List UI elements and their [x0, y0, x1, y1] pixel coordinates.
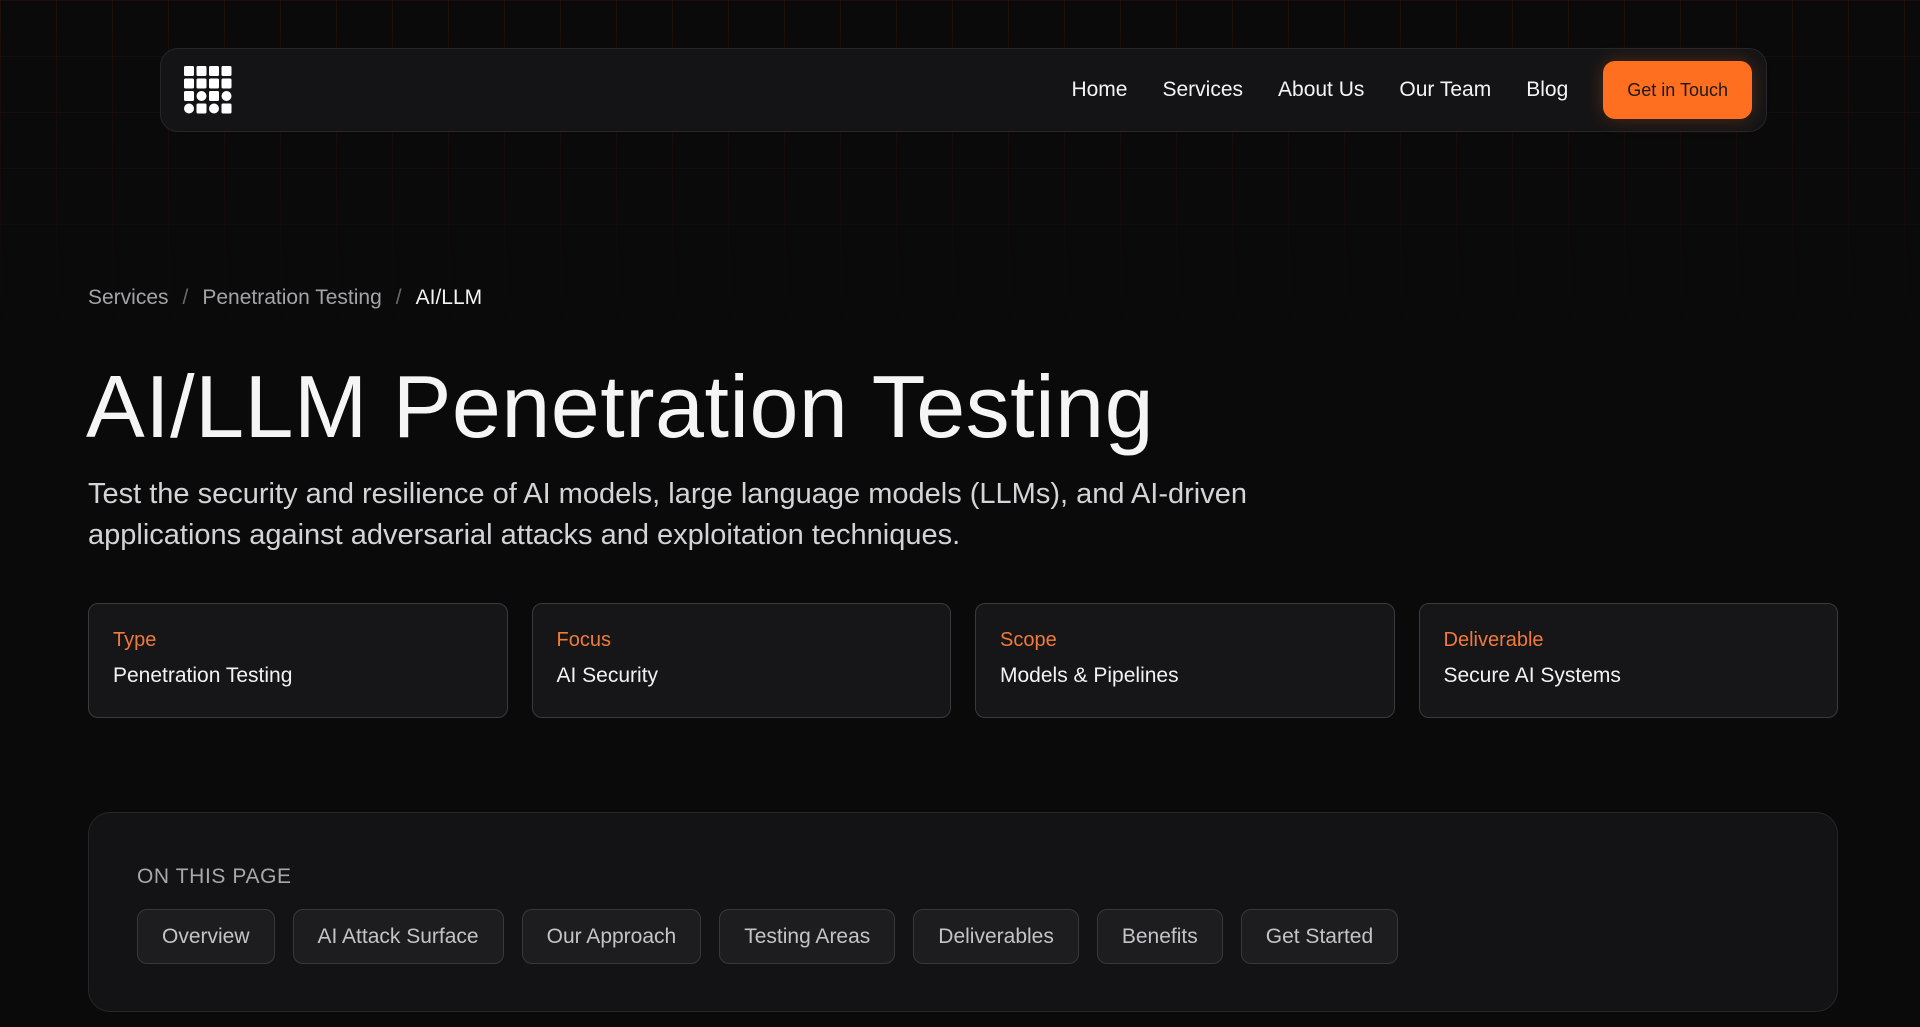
nav-link-blog[interactable]: Blog [1526, 78, 1568, 102]
info-card-scope: Scope Models & Pipelines [975, 603, 1395, 718]
on-this-page-heading: ON THIS PAGE [137, 865, 292, 888]
nav-link-home[interactable]: Home [1071, 78, 1127, 102]
card-label: Scope [1000, 629, 1057, 651]
nav-link-about-us[interactable]: About Us [1278, 78, 1364, 102]
card-label: Deliverable [1443, 629, 1544, 651]
card-label: Type [113, 629, 157, 651]
breadcrumb-separator: / [182, 286, 189, 309]
breadcrumb-item-services[interactable]: Services [88, 286, 169, 310]
get-in-touch-button[interactable]: Get in Touch [1603, 61, 1752, 119]
info-cards: Type Penetration Testing Focus AI Securi… [88, 603, 1838, 718]
toc-chip-get-started[interactable]: Get Started [1240, 909, 1399, 964]
on-this-page-links: Overview AI Attack Surface Our Approach … [137, 909, 1837, 964]
info-card-deliverable: Deliverable Secure AI Systems [1418, 603, 1838, 718]
breadcrumb: Services / Penetration Testing / AI/LLM [88, 286, 482, 310]
page-title: AI/LLM Penetration Testing [86, 357, 1155, 456]
info-card-focus: Focus AI Security [531, 603, 951, 718]
nav-links: Home Services About Us Our Team Blog Get… [1071, 61, 1752, 119]
toc-chip-ai-attack-surface[interactable]: AI Attack Surface [292, 909, 504, 964]
info-card-type: Type Penetration Testing [88, 603, 508, 718]
on-this-page-panel: ON THIS PAGE Overview AI Attack Surface … [88, 812, 1838, 1012]
nav-link-our-team[interactable]: Our Team [1399, 78, 1491, 102]
breadcrumb-item-penetration-testing[interactable]: Penetration Testing [202, 286, 381, 310]
card-value: AI Security [556, 664, 659, 687]
grid-logo-icon [184, 66, 232, 114]
breadcrumb-item-current: AI/LLM [415, 286, 483, 309]
toc-chip-overview[interactable]: Overview [137, 909, 275, 964]
breadcrumb-separator: / [395, 286, 402, 309]
card-label: Focus [556, 629, 611, 651]
toc-chip-our-approach[interactable]: Our Approach [521, 909, 702, 964]
toc-chip-benefits[interactable]: Benefits [1096, 909, 1223, 964]
card-value: Models & Pipelines [1000, 664, 1179, 687]
nav-link-services[interactable]: Services [1162, 78, 1243, 102]
navbar: Home Services About Us Our Team Blog Get… [160, 48, 1767, 132]
card-value: Secure AI Systems [1443, 664, 1621, 687]
logo-link[interactable] [183, 65, 233, 115]
page-subtitle: Test the security and resilience of AI m… [88, 478, 1247, 551]
card-value: Penetration Testing [113, 664, 293, 687]
toc-chip-testing-areas[interactable]: Testing Areas [719, 909, 896, 964]
toc-chip-deliverables[interactable]: Deliverables [913, 909, 1079, 964]
